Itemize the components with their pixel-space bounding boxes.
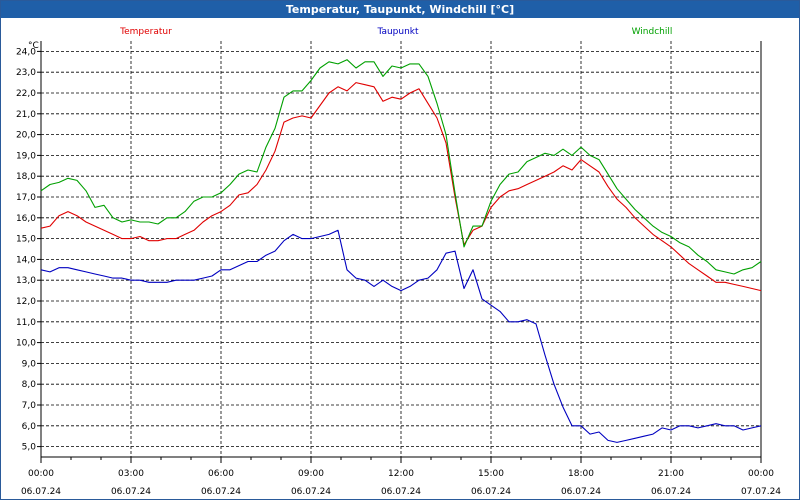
x-tick-date-label: 06.07.24	[651, 487, 691, 497]
x-tick-date-label: 06.07.24	[381, 487, 421, 497]
y-axis-label: °C	[28, 41, 39, 51]
y-tick-label: 15,0	[16, 235, 36, 245]
x-tick-time-label: 18:00	[568, 469, 594, 479]
y-tick-label: 18,0	[16, 172, 36, 182]
y-tick-label: 22,0	[16, 89, 36, 99]
x-tick-date-label: 06.07.24	[201, 487, 241, 497]
x-axis-ticks: 00:00 06.07.24 03:00 06.07.24 06:00 06.07.24 0…	[21, 457, 781, 497]
x-tick-date-label: 06.07.24	[111, 487, 151, 497]
x-tick-date-label: 07.07.24	[741, 487, 781, 497]
line-chart: 5,0 6,0 7,0 8,0 9,0 10,0 11,0 12,0 13,0 14,0 15,0 1…	[16, 27, 781, 497]
y-tick-label: 23,0	[16, 68, 36, 78]
y-tick-label: 6,0	[22, 422, 37, 432]
x-tick-date-label: 06.07.24	[21, 487, 61, 497]
legend: Temperatur Taupunkt Windchill	[119, 27, 672, 37]
x-tick-time-label: 15:00	[478, 469, 504, 479]
y-tick-label: 11,0	[16, 318, 36, 328]
y-tick-label: 10,0	[16, 339, 36, 349]
y-tick-label: 16,0	[16, 214, 36, 224]
legend-label-windchill: Windchill	[632, 27, 673, 37]
y-tick-label: 8,0	[22, 380, 37, 390]
y-tick-label: 5,0	[22, 443, 37, 453]
x-tick-time-label: 06:00	[208, 469, 234, 479]
legend-label-temperatur: Temperatur	[119, 27, 172, 37]
x-tick-date-label: 06.07.24	[471, 487, 511, 497]
y-axis-ticks: 5,0 6,0 7,0 8,0 9,0 10,0 11,0 12,0 13,0 14,0 15,0 1…	[16, 47, 41, 453]
y-tick-label: 19,0	[16, 151, 36, 161]
x-tick-time-label: 21:00	[658, 469, 684, 479]
x-tick-time-label: 00:00	[748, 469, 774, 479]
chart-window: Temperatur, Taupunkt, Windchill [°C] 5,0…	[0, 0, 800, 500]
legend-label-taupunkt: Taupunkt	[376, 27, 419, 37]
y-tick-label: 20,0	[16, 131, 36, 141]
y-tick-label: 14,0	[16, 255, 36, 265]
x-tick-date-label: 06.07.24	[561, 487, 601, 497]
x-tick-time-label: 03:00	[118, 469, 144, 479]
y-tick-label: 12,0	[16, 297, 36, 307]
y-tick-label: 7,0	[22, 401, 37, 411]
x-tick-time-label: 12:00	[388, 469, 414, 479]
x-tick-time-label: 00:00	[28, 469, 54, 479]
x-tick-time-label: 09:00	[298, 469, 324, 479]
y-tick-label: 21,0	[16, 110, 36, 120]
y-tick-label: 17,0	[16, 193, 36, 203]
y-tick-label: 13,0	[16, 276, 36, 286]
grid	[41, 41, 761, 457]
x-tick-date-label: 06.07.24	[291, 487, 331, 497]
y-tick-label: 9,0	[22, 359, 37, 369]
